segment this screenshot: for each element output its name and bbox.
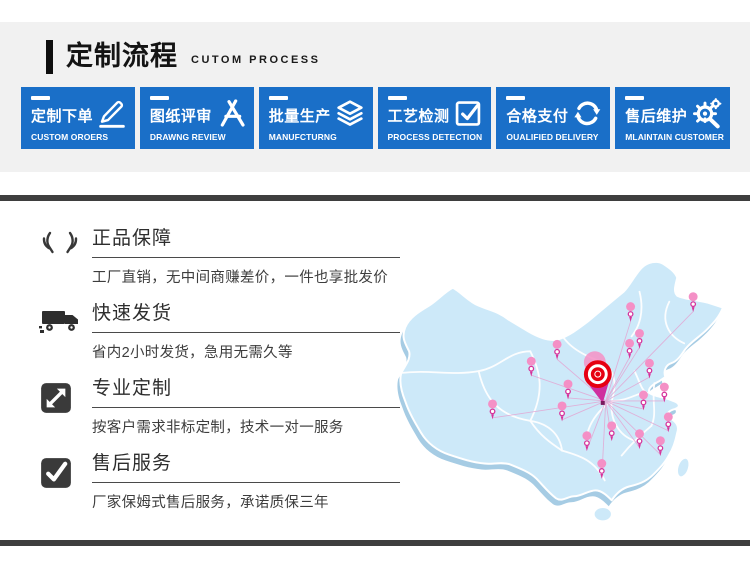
step-qualified-delivery: 合格支付 OUALIFIED DELIVERY <box>496 87 610 149</box>
guarantee-title: 正品保障 <box>92 223 400 258</box>
guarantee-desc: 厂家保姆式售后服务，承诺质保三年 <box>92 491 410 512</box>
guarantee-list: 正品保障 工厂直销，无中间商赚差价，一件也享批发价 快速发货 <box>38 223 410 523</box>
hands-icon <box>38 223 92 261</box>
refresh-arrows-icon <box>570 97 604 129</box>
guarantee-desc: 按客户需求非标定制，技术一对一服务 <box>92 416 410 437</box>
pencil-icon <box>95 97 129 129</box>
step-process-detection: 工艺检测 PROCESS DETECTION <box>378 87 492 149</box>
step-title-en: OUALIFIED DELIVERY <box>506 132 604 142</box>
title-accent-bar <box>46 40 53 74</box>
step-title-en: MANUFCTURNG <box>269 132 367 142</box>
step-dash <box>506 96 525 100</box>
step-after-sales-maintain: 售后维护 MLAINTAIN CUSTOMER <box>615 87 730 149</box>
guarantee-desc: 省内2小时发货，急用无需久等 <box>92 341 410 362</box>
step-dash <box>388 96 407 100</box>
guarantee-title: 专业定制 <box>92 373 400 408</box>
step-dash <box>269 96 288 100</box>
guarantee-genuine: 正品保障 工厂直销，无中间商赚差价，一件也享批发价 <box>38 223 410 298</box>
step-manufacturing: 批量生产 MANUFCTURNG <box>259 87 373 149</box>
guarantee-custom: 专业定制 按客户需求非标定制，技术一对一服务 <box>38 373 410 448</box>
drafting-a-icon <box>214 97 248 129</box>
step-title-en: DRAWNG REVIEW <box>150 132 248 142</box>
guarantee-desc: 工厂直销，无中间商赚差价，一件也享批发价 <box>92 266 410 287</box>
bottom-margin <box>0 546 750 568</box>
section-title-cn: 定制流程 <box>66 38 178 74</box>
guarantee-after-sales: 售后服务 厂家保姆式售后服务，承诺质保三年 <box>38 448 410 523</box>
gear-wrench-icon <box>690 97 724 129</box>
layers-icon <box>333 97 367 129</box>
custom-process-section: 定制流程 CUTOM PROCESS 定制下单 CUSTOM OROERS 图纸… <box>0 22 750 172</box>
step-custom-order: 定制下单 CUSTOM OROERS <box>21 87 135 149</box>
top-margin <box>0 0 750 22</box>
guarantee-text: 专业定制 按客户需求非标定制，技术一对一服务 <box>92 373 410 437</box>
guarantee-text: 售后服务 厂家保姆式售后服务，承诺质保三年 <box>92 448 410 512</box>
section-title: 定制流程 CUTOM PROCESS <box>0 22 750 74</box>
step-drawing-review: 图纸评审 DRAWNG REVIEW <box>140 87 254 149</box>
china-distribution-map <box>390 252 750 540</box>
truck-icon <box>38 298 92 336</box>
guarantee-fast-shipping: 快速发货 省内2小时发货，急用无需久等 <box>38 298 410 373</box>
check-square-icon <box>451 97 485 129</box>
guarantee-text: 快速发货 省内2小时发货，急用无需久等 <box>92 298 410 362</box>
check-icon <box>38 448 92 490</box>
step-dash <box>625 96 644 100</box>
guarantee-text: 正品保障 工厂直销，无中间商赚差价，一件也享批发价 <box>92 223 410 287</box>
guarantee-title: 快速发货 <box>92 298 400 333</box>
step-title-en: CUSTOM OROERS <box>31 132 129 142</box>
step-dash <box>150 96 169 100</box>
step-title-en: MLAINTAIN CUSTOMER <box>625 132 724 142</box>
step-title-en: PROCESS DETECTION <box>388 132 486 142</box>
section-title-en: CUTOM PROCESS <box>191 54 320 66</box>
resize-arrow-icon <box>38 373 92 415</box>
guarantee-title: 售后服务 <box>92 448 400 483</box>
process-steps-row: 定制下单 CUSTOM OROERS 图纸评审 DRAWNG REVIEW <box>21 87 730 149</box>
step-dash <box>31 96 50 100</box>
section-gap <box>0 172 750 195</box>
guarantee-panel: 正品保障 工厂直销，无中间商赚差价，一件也享批发价 快速发货 <box>0 201 750 540</box>
